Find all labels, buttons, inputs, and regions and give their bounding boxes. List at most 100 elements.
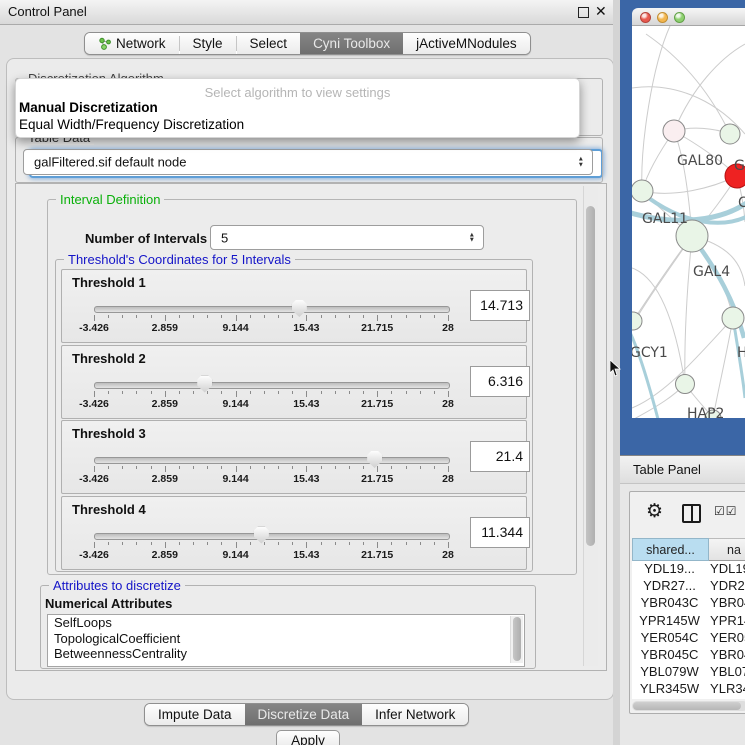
network-edge[interactable]: [685, 236, 692, 384]
major-tick-mark: [165, 542, 166, 548]
top-tab-bar: NetworkStyleSelectCyni ToolboxjActiveMNo…: [84, 32, 531, 55]
tick-label: 9.144: [222, 549, 248, 561]
minor-tick-mark: [349, 391, 350, 394]
minor-tick-mark: [406, 391, 407, 394]
table-row[interactable]: YBR045CYBR04: [632, 647, 745, 664]
minor-tick-mark: [391, 542, 392, 545]
minor-tick-mark: [321, 466, 322, 469]
minor-tick-mark: [391, 315, 392, 318]
threshold-slider-track[interactable]: [94, 533, 450, 540]
network-edge[interactable]: [713, 318, 733, 418]
minor-tick-mark: [151, 466, 152, 469]
table-row[interactable]: YBL079WYBL07: [632, 664, 745, 681]
minor-tick-mark: [250, 391, 251, 394]
close-icon[interactable]: ✕: [595, 3, 607, 20]
table-row[interactable]: YER054CYER05: [632, 630, 745, 647]
table-horizontal-scrollbar[interactable]: [632, 701, 745, 711]
attribute-list-item[interactable]: TopologicalCoefficient: [48, 631, 524, 647]
num-intervals-combobox[interactable]: 5 ▲▼: [210, 225, 484, 250]
table-row[interactable]: YDR27...YDR27: [632, 578, 745, 595]
cell-shared-name: YPR145W: [632, 613, 707, 630]
minimize-traffic-light-icon[interactable]: [657, 12, 668, 23]
network-edge[interactable]: [646, 34, 730, 134]
minor-tick-mark: [151, 542, 152, 545]
tab-cyni-toolbox[interactable]: Cyni Toolbox: [300, 33, 403, 54]
minor-tick-mark: [108, 542, 109, 545]
major-tick-mark: [306, 391, 307, 397]
attribute-list-item[interactable]: BetweennessCentrality: [48, 646, 524, 662]
HAP2-node[interactable]: [676, 375, 695, 394]
tick-label: 2.859: [152, 473, 178, 485]
minor-tick-mark: [264, 466, 265, 469]
attribute-list-item[interactable]: SelfLoops: [48, 615, 524, 631]
minor-tick-mark: [278, 315, 279, 318]
minor-tick-mark: [363, 542, 364, 545]
attributes-list-scrollbar[interactable]: [510, 616, 523, 663]
close-traffic-light-icon[interactable]: [640, 12, 651, 23]
network-canvas[interactable]: GAL80GACGAL11GAL4GCY1HHAP2: [632, 26, 745, 418]
node-label-gal11: GAL11: [642, 211, 688, 227]
gear-icon[interactable]: ⚙: [646, 500, 663, 523]
tick-label: 21.715: [361, 322, 393, 334]
algorithm-popup-item[interactable]: Equal Width/Frequency Discretization: [19, 117, 244, 132]
GCY1-node[interactable]: [632, 312, 642, 330]
network-graph: GAL80GACGAL11GAL4GCY1HHAP2: [632, 26, 745, 418]
column-header-shared-name[interactable]: shared...: [632, 538, 709, 561]
network-icon: [98, 37, 111, 50]
H-node[interactable]: [722, 307, 744, 329]
tab-impute-data[interactable]: Impute Data: [145, 704, 245, 725]
cell-name: YPR14: [707, 613, 745, 630]
algorithm-popup-hint: Select algorithm to view settings: [16, 85, 579, 100]
minor-tick-mark: [420, 466, 421, 469]
threshold-slider-track[interactable]: [94, 457, 450, 464]
cell-shared-name: YBL079W: [632, 664, 707, 681]
table-row[interactable]: YPR145WYPR14: [632, 613, 745, 630]
select-columns-icon[interactable]: ☑☑: [714, 504, 738, 518]
minor-tick-mark: [349, 466, 350, 469]
tab-select[interactable]: Select: [237, 33, 301, 54]
tab-jactivemnodules[interactable]: jActiveMNodules: [403, 33, 530, 54]
table-row[interactable]: YDL19...YDL19: [632, 561, 745, 578]
threshold-value-field[interactable]: 21.4: [470, 441, 530, 472]
tab-discretize-data[interactable]: Discretize Data: [245, 704, 363, 725]
slider-tick-labels: -3.4262.8599.14415.4321.71528: [94, 549, 448, 561]
minor-tick-mark: [221, 315, 222, 318]
column-header-name[interactable]: na: [709, 538, 745, 561]
tab-network[interactable]: Network: [85, 33, 179, 54]
cyni-toolbox-panel: Discretization Algorithm ▲▼ Table Data g…: [6, 58, 614, 700]
tab-style[interactable]: Style: [180, 33, 236, 54]
float-window-icon[interactable]: [578, 7, 589, 18]
interval-definition-label: Interval Definition: [56, 192, 164, 207]
table-row[interactable]: YLR345WYLR34: [632, 681, 745, 698]
threshold-value-field[interactable]: 6.316: [470, 366, 530, 397]
settings-vertical-scrollbar[interactable]: [583, 186, 598, 666]
GAL80-node[interactable]: [663, 120, 685, 142]
control-panel: Control Panel ✕ NetworkStyleSelectCyni T…: [0, 0, 620, 745]
table-row[interactable]: YBR043CYBR04: [632, 595, 745, 612]
threshold-slider-track[interactable]: [94, 382, 450, 389]
apply-button[interactable]: Apply: [276, 730, 340, 745]
GAL11-node[interactable]: [632, 180, 653, 202]
threshold-value-field[interactable]: 11.344: [470, 517, 530, 548]
network-edge[interactable]: [642, 176, 737, 193]
network-edge-highlighted[interactable]: [632, 328, 658, 418]
tick-label: 15.43: [293, 473, 319, 485]
major-tick-mark: [448, 466, 449, 472]
column-layout-icon[interactable]: [682, 504, 701, 523]
table-row[interactable]: YIL052CYIL05: [632, 699, 745, 700]
algorithm-popup-item[interactable]: Manual Discretization: [19, 100, 158, 115]
network-view-frame: GAL80GACGAL11GAL4GCY1HHAP2: [620, 0, 745, 455]
tab-infer-network[interactable]: Infer Network: [362, 704, 468, 725]
tick-label: -3.426: [79, 473, 109, 485]
top-right-node[interactable]: [720, 124, 740, 144]
minor-tick-mark: [363, 391, 364, 394]
network-edge[interactable]: [674, 44, 745, 131]
network-edge[interactable]: [642, 26, 670, 191]
combo-stepper-icon: ▲▼: [469, 232, 475, 243]
minor-tick-mark: [278, 466, 279, 469]
threshold-value-field[interactable]: 14.713: [470, 290, 530, 321]
numerical-attributes-list[interactable]: SelfLoopsTopologicalCoefficientBetweenne…: [47, 614, 525, 667]
threshold-slider-track[interactable]: [94, 306, 450, 313]
zoom-traffic-light-icon[interactable]: [674, 12, 685, 23]
table-data-combobox[interactable]: galFiltered.sif default node ▲▼: [23, 149, 593, 175]
